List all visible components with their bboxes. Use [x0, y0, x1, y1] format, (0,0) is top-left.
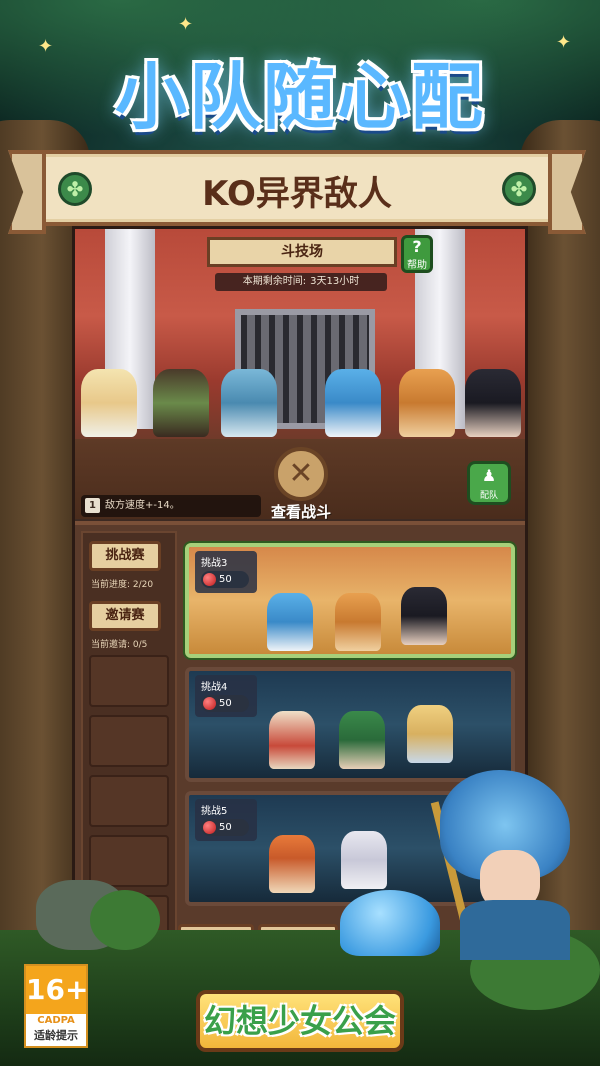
- challenge-cost: 50: [201, 571, 249, 588]
- empty-slot: [89, 715, 169, 767]
- cost-value: 50: [219, 822, 232, 833]
- hero-sprite: [81, 369, 137, 437]
- challenge-progress: 当前进度: 2/20: [91, 580, 154, 590]
- help-icon: ?: [412, 237, 422, 256]
- challenge-name: 挑战3: [201, 558, 228, 569]
- empty-slot: [89, 655, 169, 707]
- arena-scene: 斗技场 ? 帮助 本期剩余时间: 3天13小时: [75, 229, 525, 447]
- clover-icon: ✤: [502, 172, 536, 206]
- hero-sprite: [325, 369, 381, 437]
- hero-sprite: [153, 369, 209, 437]
- hero-sprite: [399, 369, 455, 437]
- red-gem-icon: [203, 697, 216, 710]
- empty-slot: [89, 775, 169, 827]
- challenge-mode-button[interactable]: 挑战赛: [89, 541, 161, 571]
- age-rating-badge: 16+ CADPA 适龄提示: [24, 964, 88, 1048]
- enemy-sprite: [407, 705, 453, 763]
- promo-banner: ✤ KO异界敌人 ✤: [34, 150, 560, 226]
- enemy-sprite: [401, 587, 447, 645]
- enemy-sprite: [341, 831, 387, 889]
- watch-battle-label: 查看战斗: [270, 503, 331, 521]
- enemy-buff-note: 1 敌方速度+-14。: [81, 495, 261, 517]
- red-gem-icon: [203, 821, 216, 834]
- timer-value: 3天13小时: [310, 276, 360, 287]
- cost-value: 50: [219, 574, 232, 585]
- hero-sprite: [465, 369, 521, 437]
- buff-text: 敌方速度+-14。: [105, 500, 180, 511]
- challenge-tag: 挑战4 50: [195, 675, 257, 717]
- arena-title: 斗技场: [207, 237, 397, 267]
- fern-bush: [90, 890, 160, 950]
- challenge-name: 挑战4: [201, 682, 228, 693]
- buff-number: 1: [85, 498, 100, 513]
- challenge-tag: 挑战3 50: [195, 551, 257, 593]
- watch-battle-button[interactable]: ✕ 查看战斗: [259, 447, 343, 531]
- invite-mode-button[interactable]: 邀请赛: [89, 601, 161, 631]
- help-label: 帮助: [407, 260, 427, 271]
- wizard-robe: [460, 900, 570, 960]
- enemy-sprite: [269, 835, 315, 893]
- challenge-tag: 挑战5 50: [195, 799, 257, 841]
- game-logo: 幻想少女公会: [196, 990, 404, 1052]
- challenge-card-4[interactable]: 挑战4 50: [185, 667, 515, 782]
- invite-progress: 当前邀请: 0/5: [91, 640, 148, 650]
- team-icon: ♟: [481, 466, 497, 485]
- crossed-swords-icon: ✕: [274, 447, 328, 501]
- hero-sprite: [221, 369, 277, 437]
- enemy-sprite: [267, 593, 313, 651]
- enemy-sprite: [269, 711, 315, 769]
- promo-headline: 小队随心配: [114, 55, 485, 139]
- cost-value: 50: [219, 698, 232, 709]
- rating-org: CADPA: [37, 1015, 75, 1026]
- challenge-cost: 50: [201, 695, 249, 712]
- red-gem-icon: [203, 573, 216, 586]
- enemy-sprite: [335, 593, 381, 651]
- challenge-card-3[interactable]: 挑战3 50: [185, 543, 515, 658]
- empty-slot: [89, 835, 169, 887]
- sparkle-icon: ✦: [178, 14, 194, 35]
- enemy-sprite: [339, 711, 385, 769]
- challenge-cost: 50: [201, 819, 249, 836]
- rating-tip: 适龄提示: [34, 1029, 78, 1042]
- hero-lineup: [75, 369, 525, 439]
- team-setup-button[interactable]: ♟ 配队: [467, 461, 511, 505]
- challenge-name: 挑战5: [201, 806, 228, 817]
- season-timer: 本期剩余时间: 3天13小时: [215, 273, 387, 291]
- help-button[interactable]: ? 帮助: [401, 235, 433, 273]
- blue-slime-art: [340, 890, 440, 956]
- age-rating: 16+: [26, 966, 88, 1014]
- timer-label: 本期剩余时间:: [242, 276, 307, 287]
- team-label: 配队: [479, 491, 498, 501]
- banner-text: KO异界敌人: [202, 174, 392, 214]
